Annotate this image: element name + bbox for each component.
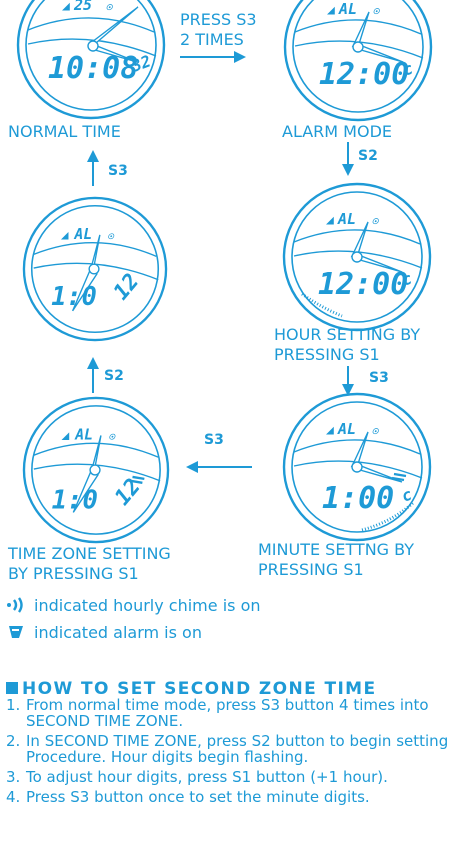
legend-chime: indicated hourly chime is on xyxy=(6,596,261,615)
watch-setzone-seconds: 12 xyxy=(110,474,146,510)
svg-text:◢: ◢ xyxy=(326,213,334,228)
svg-text:☉: ☉ xyxy=(373,6,380,17)
watch-hour-top-digits: AL xyxy=(337,210,356,228)
svg-text:◢: ◢ xyxy=(62,0,70,14)
svg-text:☉: ☉ xyxy=(108,231,115,242)
watch-alarm-time-digits: 12:00 xyxy=(319,57,409,92)
steps-list: 1. From normal time mode, press S3 button… xyxy=(0,697,452,809)
chime-icon xyxy=(7,597,23,613)
watch-minute-top-digits: AL xyxy=(337,420,356,438)
legend-chime-text: indicated hourly chime is on xyxy=(34,596,261,615)
list-item: 4. Press S3 button once to set the minute… xyxy=(6,788,370,806)
caption-zone-line1: TIME ZONE SETTING xyxy=(8,544,171,563)
svg-text:☉: ☉ xyxy=(372,426,379,437)
label-s3-e: S3 xyxy=(204,432,224,448)
watch-zone-top-digits: AL xyxy=(74,226,93,243)
caption-alarm-mode: ALARM MODE xyxy=(282,122,393,141)
watch-alarm-top-digits: AL xyxy=(338,0,357,18)
press-s3-line1: PRESS S3 xyxy=(180,10,257,29)
square-bullet-icon xyxy=(6,682,18,694)
watch-hour-setting: ◢ AL ☉ 12:00 c xyxy=(282,182,432,332)
caption-minute-line1: MINUTE SETTNG BY xyxy=(258,540,415,559)
alarm-bell-icon xyxy=(9,626,23,638)
label-s3-b: S3 xyxy=(108,163,128,179)
watch-minute-seconds: c xyxy=(399,484,415,505)
legend-alarm-text: indicated alarm is on xyxy=(34,623,202,642)
watch-setzone-top-digits: AL xyxy=(74,426,93,443)
right-arrow-icon xyxy=(180,51,246,63)
watch-minute-setting: ◢ AL ☉ 1:00 c xyxy=(282,392,432,542)
svg-text:☉: ☉ xyxy=(372,216,379,227)
caption-normal-time: NORMAL TIME xyxy=(8,122,121,141)
left-arrow-icon xyxy=(186,461,252,473)
press-s3-line2: 2 TIMES xyxy=(180,30,244,49)
up-arrow-icon xyxy=(87,357,99,393)
watch-alarm-mode: ◢ AL ☉ 12:00 c xyxy=(283,0,433,122)
list-item: 3. To adjust hour digits, press S1 button… xyxy=(6,768,388,786)
watch-minute-time-digits: 1:00 xyxy=(322,481,394,516)
svg-text:☉: ☉ xyxy=(109,431,116,442)
up-arrow-icon xyxy=(87,150,99,186)
svg-text:◢: ◢ xyxy=(326,423,334,438)
legend-alarm: indicated alarm is on xyxy=(6,623,202,642)
watch-zone-seconds: 12 xyxy=(109,269,145,305)
label-s3-c: S3 xyxy=(369,370,389,386)
down-arrow-icon xyxy=(342,142,354,176)
caption-minute-line2: PRESSING S1 xyxy=(258,560,364,579)
svg-text:◢: ◢ xyxy=(61,428,69,443)
svg-text:◢: ◢ xyxy=(327,3,335,18)
svg-text:☉: ☉ xyxy=(106,2,113,13)
label-s2-d: S2 xyxy=(104,368,124,384)
caption-zone-line2: BY PRESSING S1 xyxy=(8,564,139,583)
watch-zone-setting: ◢ AL ☉ 1:0 12 xyxy=(22,396,170,544)
label-s2-a: S2 xyxy=(358,148,378,164)
caption-hour-line1: HOUR SETTING BY xyxy=(274,325,421,344)
watch-normal-time-digits: 10:08 xyxy=(48,51,138,86)
watch-setzone-time-digits: 1:0 xyxy=(52,485,98,515)
list-item: 1. From normal time mode, press S3 button… xyxy=(6,696,429,730)
watch-time-zone: ◢ AL ☉ 1:0 12 xyxy=(22,196,168,342)
list-item: 2. In SECOND TIME ZONE, press S2 button t… xyxy=(6,732,449,766)
svg-text:◢: ◢ xyxy=(61,227,69,242)
caption-hour-line2: PRESSING S1 xyxy=(274,345,380,364)
watch-zone-time-digits: 1:0 xyxy=(51,282,97,311)
watch-normal-time: ◢ 25 ☉ 10:08 32 xyxy=(16,0,166,120)
watch-hour-time-digits: 12:00 xyxy=(318,267,408,302)
watch-normal-top-digits: 25 xyxy=(73,0,92,14)
